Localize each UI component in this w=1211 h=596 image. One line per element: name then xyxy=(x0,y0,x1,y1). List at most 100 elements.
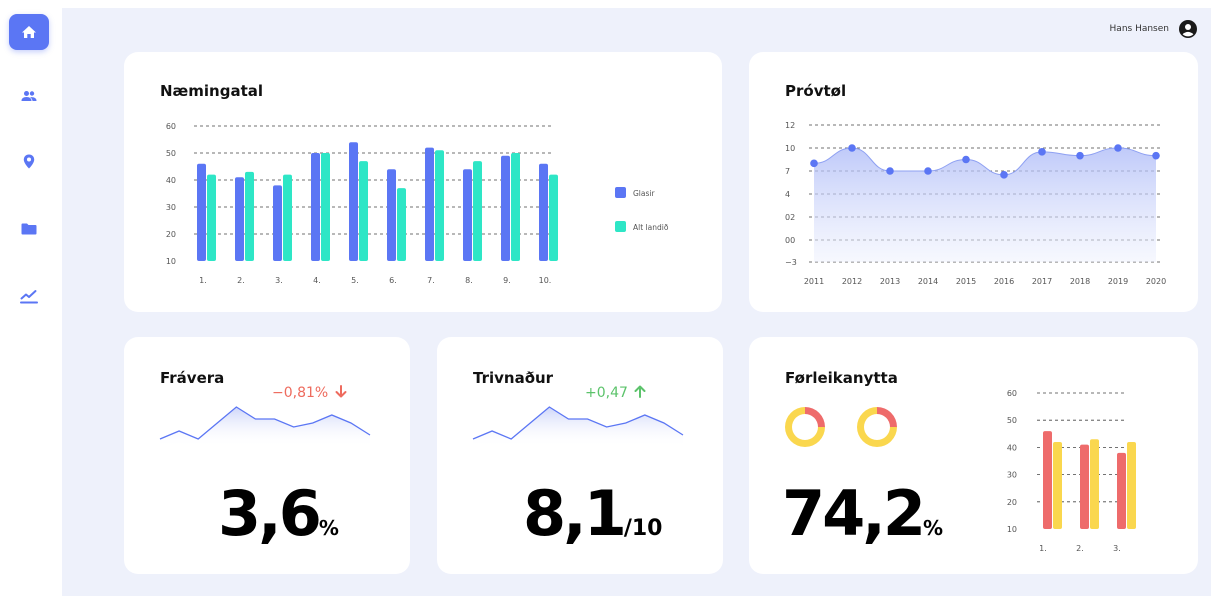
point-2014 xyxy=(924,167,932,175)
bar-glasir-5 xyxy=(349,142,358,261)
sidebar xyxy=(0,0,60,596)
card-forleikanytta: Førleikanytta 74,2% 1. 2. 3. 10 20 30 40 50 60 xyxy=(749,337,1198,574)
y-tick-label: 02 xyxy=(785,213,795,222)
main-content: Hans Hansen Næmingatal 1. 2. 3. 4. 5. 6. 7. 8. 9… xyxy=(62,8,1211,596)
nav-folder-button[interactable] xyxy=(9,211,49,247)
y-tick-label: 40 xyxy=(166,176,176,185)
card-trivnadur: Trivnaður +0,47 8,1/10 xyxy=(437,337,723,574)
x-tick-label: 9. xyxy=(503,276,511,285)
x-tick-label: 2011 xyxy=(804,277,824,286)
forleikanytta-donuts xyxy=(785,407,897,447)
bar-alt-landið-10 xyxy=(549,174,558,261)
fravera-unit: % xyxy=(318,516,339,540)
bar-alt-landið-8 xyxy=(473,161,482,261)
point-2017 xyxy=(1038,148,1046,156)
x-tick-label: 1. xyxy=(1039,544,1047,553)
x-tick-label: 2012 xyxy=(842,277,862,286)
y-tick-label: 20 xyxy=(1007,498,1017,507)
bar-series1-3 xyxy=(1117,452,1126,529)
y-tick-label: 60 xyxy=(1007,389,1017,398)
bar-glasir-3 xyxy=(273,185,282,261)
x-tick-label: 2017 xyxy=(1032,277,1052,286)
y-tick-label: 10 xyxy=(166,257,176,266)
provtol-area xyxy=(814,148,1156,262)
card-fravera: Frávera −0,81% 3,6% xyxy=(124,337,410,574)
point-2011 xyxy=(810,159,818,168)
folder-icon xyxy=(21,223,37,235)
x-tick-label: 2014 xyxy=(918,277,938,286)
y-tick-label: 20 xyxy=(166,230,176,239)
legend-label-glasir: Glasir xyxy=(633,189,655,198)
bar-series1-2 xyxy=(1080,444,1089,529)
x-tick-label: 2020 xyxy=(1146,277,1166,286)
legend-swatch-glasir xyxy=(615,187,626,198)
x-tick-label: 1. xyxy=(199,276,207,285)
point-2020 xyxy=(1152,151,1160,160)
y-tick-label: 00 xyxy=(785,236,795,245)
x-tick-label: 2015 xyxy=(956,277,976,286)
bar-glasir-7 xyxy=(425,147,434,261)
nav-users-button[interactable] xyxy=(9,78,49,114)
y-tick-label: 40 xyxy=(1007,443,1017,452)
bar-glasir-4 xyxy=(311,153,320,261)
card-title-forleikanytta: Førleikanytta xyxy=(785,369,898,387)
bar-alt-landið-4 xyxy=(321,153,330,261)
x-tick-label: 5. xyxy=(351,276,359,285)
bar-alt-landið-7 xyxy=(435,150,444,261)
trivnadur-value: 8,1/10 xyxy=(523,477,663,550)
nav-home-button[interactable] xyxy=(9,14,49,50)
x-tick-label: 8. xyxy=(465,276,473,285)
point-2015 xyxy=(962,155,970,164)
nav-location-button[interactable] xyxy=(9,143,49,179)
y-tick-label: 4 xyxy=(785,190,790,199)
bar-glasir-1 xyxy=(197,163,206,261)
bar-series2-3 xyxy=(1127,441,1136,529)
provtol-chart: 2011 2012 2013 2014 2015 2016 2017 2018 2019 2020… xyxy=(785,121,1166,286)
y-tick-label: 30 xyxy=(166,203,176,212)
legend-swatch-alt-landid xyxy=(615,221,626,232)
trivnadur-number: 8,1 xyxy=(523,477,627,550)
x-tick-label: 2016 xyxy=(994,277,1014,286)
x-tick-label: 7. xyxy=(427,276,435,285)
x-tick-label: 4. xyxy=(313,276,321,285)
bar-alt-landið-5 xyxy=(359,161,368,261)
bar-glasir-10 xyxy=(539,163,548,261)
trivnadur-unit: /10 xyxy=(623,516,663,541)
x-tick-label: 6. xyxy=(389,276,397,285)
y-tick-label: −3 xyxy=(785,258,797,267)
trivnadur-sparkline-area xyxy=(473,407,683,447)
naemingatal-chart: 1. 2. 3. 4. 5. 6. 7. 8. 9. 10. 10 20 30 40 50 60 Glasi… xyxy=(166,122,669,285)
bar-alt-landið-1 xyxy=(207,174,216,261)
x-tick-label: 2019 xyxy=(1108,277,1128,286)
card-naemingatal: Næmingatal 1. 2. 3. 4. 5. 6. 7. 8. 9. 10. 10 20 30 4… xyxy=(124,52,722,312)
y-tick-label: 60 xyxy=(166,122,176,131)
fravera-sparkline-area xyxy=(160,407,370,447)
x-tick-label: 2. xyxy=(237,276,245,285)
y-tick-label: 30 xyxy=(1007,471,1017,480)
y-tick-label: 12 xyxy=(785,121,795,130)
forleikanytta-unit: % xyxy=(922,516,944,540)
fravera-value: 3,6% xyxy=(218,477,339,550)
x-tick-label: 2013 xyxy=(880,277,900,286)
donut-2-slice-1 xyxy=(877,407,897,427)
x-tick-label: 10. xyxy=(539,276,552,285)
user-menu[interactable]: Hans Hansen xyxy=(1110,20,1197,38)
card-provtol: Próvtøl 2011 2012 2013 2014 2015 2016 2017 2018… xyxy=(749,52,1198,312)
point-2012 xyxy=(848,144,856,152)
nav-stats-button[interactable] xyxy=(9,278,49,314)
point-2019 xyxy=(1114,144,1122,152)
x-tick-label: 3. xyxy=(1113,544,1121,553)
bar-glasir-6 xyxy=(387,169,396,261)
x-tick-label: 3. xyxy=(275,276,283,285)
y-tick-label: 50 xyxy=(166,149,176,158)
y-tick-label: 50 xyxy=(1007,416,1017,425)
point-2018 xyxy=(1076,151,1084,160)
users-icon xyxy=(21,91,37,101)
bar-alt-landið-2 xyxy=(245,171,254,261)
y-tick-label: 10 xyxy=(785,144,795,153)
location-pin-icon xyxy=(23,154,35,168)
y-tick-label: 10 xyxy=(1007,525,1017,534)
fravera-number: 3,6 xyxy=(218,477,322,550)
y-tick-label: 7 xyxy=(785,167,790,176)
x-tick-label: 2018 xyxy=(1070,277,1090,286)
